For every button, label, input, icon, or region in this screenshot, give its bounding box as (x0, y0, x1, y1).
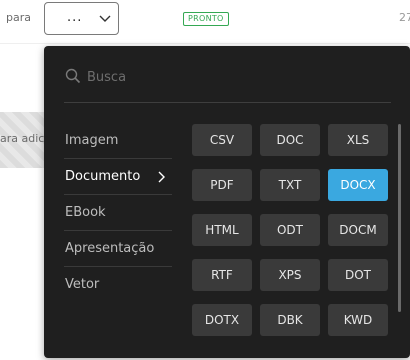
format-button-xls[interactable]: XLS (328, 124, 388, 156)
format-grid: CSV DOC XLS PDF TXT DOCX HTML ODT DOCM RTF XPS DOT D… (192, 124, 388, 336)
add-files-text: ara adici (0, 132, 48, 145)
category-label: EBook (65, 205, 106, 220)
file-size-text: 27 (399, 11, 410, 24)
format-select[interactable]: ... (44, 2, 119, 35)
format-button-xps[interactable]: XPS (260, 259, 320, 291)
format-dropdown-panel: Imagem Documento EBook Apresentação Vetor CS… (44, 46, 410, 358)
format-button-pdf[interactable]: PDF (192, 169, 252, 201)
category-label: Imagem (65, 133, 119, 148)
scrollbar[interactable] (398, 124, 401, 312)
format-button-docx[interactable]: DOCX (328, 169, 388, 201)
search-icon (65, 68, 81, 84)
divider (0, 43, 410, 44)
format-button-txt[interactable]: TXT (260, 169, 320, 201)
category-item[interactable]: Imagem (64, 123, 172, 159)
format-button-odt[interactable]: ODT (260, 214, 320, 246)
format-button-dotx[interactable]: DOTX (192, 304, 252, 336)
category-item[interactable]: EBook (64, 195, 172, 231)
search-underline (64, 102, 391, 103)
chevron-right-icon (158, 171, 165, 183)
format-button-dbk[interactable]: DBK (260, 304, 320, 336)
format-select-value: ... (67, 10, 83, 25)
conversion-toolbar: para ... PRONTO 27 (0, 0, 410, 38)
para-label: para (6, 11, 31, 24)
format-button-dot[interactable]: DOT (328, 259, 388, 291)
category-item[interactable]: Apresentação (64, 231, 172, 267)
category-label: Documento (65, 169, 141, 184)
format-button-doc[interactable]: DOC (260, 124, 320, 156)
format-button-docm[interactable]: DOCM (328, 214, 388, 246)
search-input[interactable] (87, 68, 377, 86)
category-list: Imagem Documento EBook Apresentação Vetor (64, 123, 172, 303)
status-badge: PRONTO (183, 12, 229, 26)
chevron-down-icon (99, 15, 111, 22)
format-button-html[interactable]: HTML (192, 214, 252, 246)
format-button-rtf[interactable]: RTF (192, 259, 252, 291)
category-label: Apresentação (65, 241, 155, 256)
category-item[interactable]: Vetor (64, 267, 172, 303)
category-item[interactable]: Documento (64, 159, 172, 195)
format-button-csv[interactable]: CSV (192, 124, 252, 156)
category-label: Vetor (65, 277, 100, 292)
format-button-kwd[interactable]: KWD (328, 304, 388, 336)
